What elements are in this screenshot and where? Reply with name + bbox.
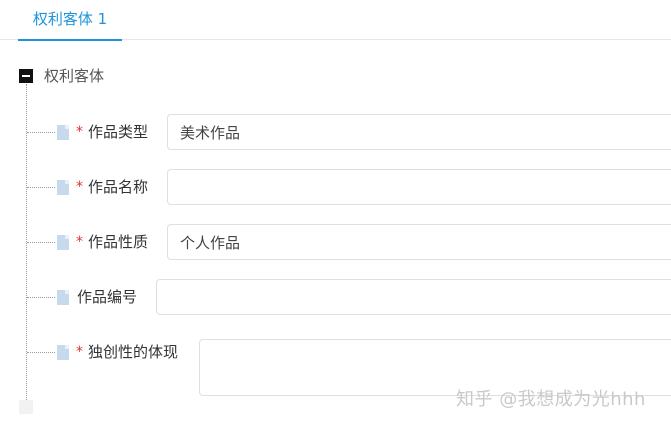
minus-square-icon[interactable] xyxy=(19,69,33,83)
tree-branch-line xyxy=(27,297,55,298)
tab-active-indicator xyxy=(18,39,122,41)
field-label-work-nature: 作品性质 xyxy=(88,233,149,251)
work-nature-field[interactable] xyxy=(167,224,671,260)
tree-branch-line xyxy=(27,242,55,243)
tree-end-stub xyxy=(19,400,33,414)
field-label-work-number: 作品编号 xyxy=(77,288,138,306)
tree-root-label: 权利客体 xyxy=(44,67,105,85)
work-name-field[interactable] xyxy=(167,169,671,205)
tree-branch-line xyxy=(27,352,55,353)
tab-bar: 权利客体 1 xyxy=(0,0,671,41)
field-label-originality: 独创性的体现 xyxy=(88,343,179,361)
document-icon xyxy=(57,125,69,140)
document-icon xyxy=(57,180,69,195)
field-label-work-name: 作品名称 xyxy=(88,178,149,196)
watermark: 知乎 @我想成为光hhh xyxy=(456,389,646,410)
tree-branch-line xyxy=(27,187,55,188)
tab-label: 权利客体 1 xyxy=(32,10,108,28)
required-marker: * xyxy=(76,179,83,195)
document-icon xyxy=(57,290,69,305)
document-icon xyxy=(57,235,69,250)
required-marker: * xyxy=(76,124,83,140)
field-label-work-type: 作品类型 xyxy=(88,123,149,141)
tab-rights-object-1[interactable]: 权利客体 1 xyxy=(18,0,122,41)
work-number-field[interactable] xyxy=(156,279,671,315)
required-marker: * xyxy=(76,234,83,250)
tree-branch-line xyxy=(27,132,55,133)
work-type-field[interactable] xyxy=(167,114,671,150)
required-marker: * xyxy=(76,344,83,360)
document-icon xyxy=(57,345,69,360)
